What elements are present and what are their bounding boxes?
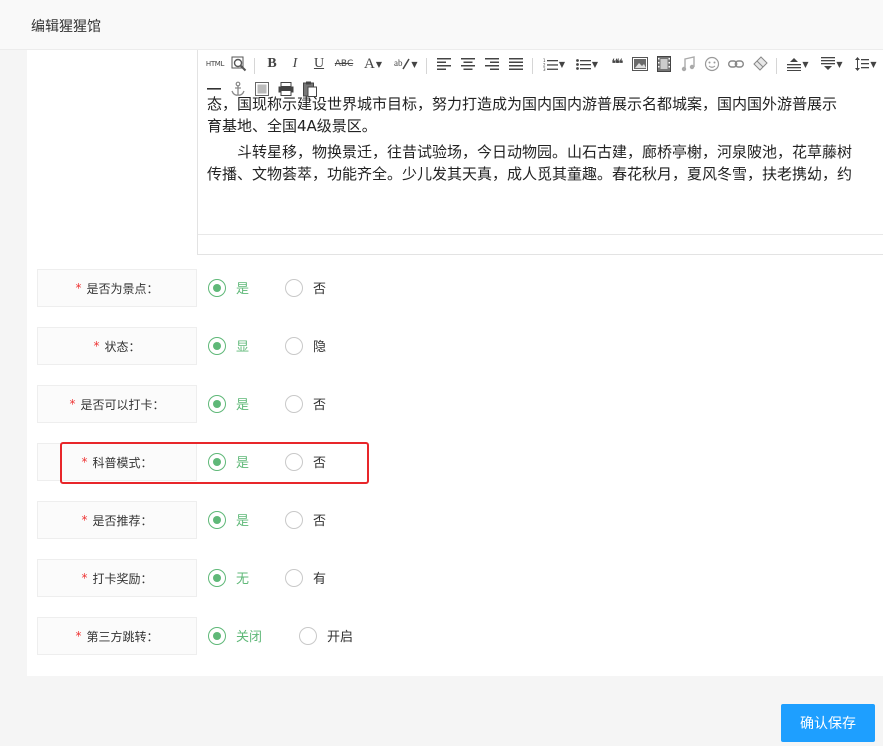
- radio-option-no[interactable]: 否: [285, 394, 326, 413]
- radio-option-off[interactable]: 关闭: [208, 626, 262, 645]
- field-label: * 第三方跳转：: [37, 617, 197, 655]
- radio-circle-icon: [285, 336, 303, 355]
- radio-option-yes[interactable]: 是: [208, 394, 249, 413]
- field-is-scenic-spot: * 是否为景点： 是 否: [37, 269, 883, 307]
- editor-line: 态，国现称示建设世界城市目标，努力打造成为国内国内游普展示名都城案，国内国外游普…: [207, 95, 838, 113]
- field-label: * 打卡奖励：: [37, 559, 197, 597]
- field-label: * 是否推荐：: [37, 501, 197, 539]
- radio-circle-icon: [285, 394, 303, 413]
- radio-option-has[interactable]: 有: [285, 568, 326, 587]
- eraser-icon[interactable]: [750, 54, 770, 74]
- insert-video-icon[interactable]: [654, 54, 674, 74]
- radio-option-yes[interactable]: 是: [208, 510, 249, 529]
- insert-music-icon[interactable]: [678, 54, 698, 74]
- font-color-icon[interactable]: A ▼: [360, 54, 386, 74]
- editor-content[interactable]: 态，国现称示建设世界城市目标，努力打造成为国内国内游普展示名都城案，国内国外游普…: [207, 95, 883, 234]
- editor-statusbar: [198, 234, 883, 235]
- align-right-icon[interactable]: [482, 54, 502, 74]
- field-status: * 状态： 显 隐: [37, 327, 883, 365]
- bold-icon[interactable]: B: [262, 54, 282, 74]
- radio-circle-icon: [208, 336, 226, 355]
- radio-option-no[interactable]: 否: [285, 452, 326, 471]
- blockquote-icon[interactable]: ❝❝: [606, 54, 626, 74]
- italic-icon[interactable]: I: [285, 54, 305, 74]
- strikethrough-icon[interactable]: ABC: [333, 54, 355, 74]
- field-check-in-reward: * 打卡奖励： 无 有: [37, 559, 883, 597]
- insert-image-icon[interactable]: [630, 54, 650, 74]
- align-justify-icon[interactable]: [506, 54, 526, 74]
- paragraph-spacing-bottom-icon[interactable]: ▼: [818, 54, 846, 74]
- align-center-icon[interactable]: [458, 54, 478, 74]
- radio-option-hide[interactable]: 隐: [285, 336, 326, 355]
- radio-option-no[interactable]: 否: [285, 278, 326, 297]
- radio-option-yes[interactable]: 是: [208, 278, 249, 297]
- field-label: * 状态：: [37, 327, 197, 365]
- field-label: * 是否可以打卡：: [37, 385, 197, 423]
- radio-circle-icon: [285, 452, 303, 471]
- unordered-list-icon[interactable]: ▼: [573, 54, 601, 74]
- field-recommended: * 是否推荐： 是 否: [37, 501, 883, 539]
- radio-circle-icon: [285, 568, 303, 587]
- svg-text:ab: ab: [394, 58, 403, 68]
- radio-option-no[interactable]: 否: [285, 510, 326, 529]
- preview-zoom-icon[interactable]: [229, 54, 249, 74]
- radio-circle-icon: [208, 278, 226, 297]
- rich-text-editor[interactable]: HTML B I U ABC A ▼ ab ▼ 1 2 3 ▼ ▼ ❝❝ ▼ ▼…: [197, 50, 883, 255]
- radio-circle-icon: [208, 626, 226, 645]
- dialog-header: 编辑猩猩馆: [0, 0, 883, 50]
- highlight-color-icon[interactable]: ab ▼: [392, 54, 420, 74]
- editor-line: 斗转星移，物换景迁，往昔试验场，今日动物园。山石古建，廊桥亭榭，河泉陂池，花草藤…: [237, 143, 853, 161]
- paragraph-spacing-top-icon[interactable]: ▼: [784, 54, 812, 74]
- radio-circle-icon: [208, 510, 226, 529]
- svg-text:3: 3: [543, 67, 546, 71]
- editor-line: 传播、文物荟萃，功能齐全。少儿发其天真，成人觅其童趣。春花秋月，夏风冬雪，扶老携…: [207, 165, 853, 183]
- field-can-check-in: * 是否可以打卡： 是 否: [37, 385, 883, 423]
- radio-circle-icon: [285, 278, 303, 297]
- align-left-icon[interactable]: [434, 54, 454, 74]
- radio-circle-icon: [208, 452, 226, 471]
- radio-option-none[interactable]: 无: [208, 568, 249, 587]
- line-height-icon[interactable]: ▼: [852, 54, 880, 74]
- field-label: * 科普模式：: [37, 443, 197, 481]
- field-third-party-redirect: * 第三方跳转： 关闭 开启: [37, 617, 883, 655]
- radio-option-show[interactable]: 显: [208, 336, 249, 355]
- editor-line: 育基地、全国4A级景区。: [207, 117, 377, 135]
- dialog-footer: [0, 676, 883, 746]
- radio-circle-icon: [208, 394, 226, 413]
- html-source-icon[interactable]: HTML: [204, 54, 226, 74]
- radio-option-on[interactable]: 开启: [299, 626, 353, 645]
- ordered-list-icon[interactable]: 1 2 3 ▼: [540, 54, 568, 74]
- emoticon-icon[interactable]: [702, 54, 722, 74]
- field-science-mode: * 科普模式： 是 否: [37, 443, 883, 481]
- link-icon[interactable]: [726, 54, 746, 74]
- dialog-title: 编辑猩猩馆: [31, 19, 101, 35]
- radio-circle-icon: [208, 568, 226, 587]
- underline-icon[interactable]: U: [309, 54, 329, 74]
- field-label: * 是否为景点：: [37, 269, 197, 307]
- radio-option-yes[interactable]: 是: [208, 452, 249, 471]
- radio-circle-icon: [299, 626, 317, 645]
- form-panel: HTML B I U ABC A ▼ ab ▼ 1 2 3 ▼ ▼ ❝❝ ▼ ▼…: [27, 50, 883, 676]
- confirm-save-button[interactable]: 确认保存: [781, 704, 875, 742]
- radio-circle-icon: [285, 510, 303, 529]
